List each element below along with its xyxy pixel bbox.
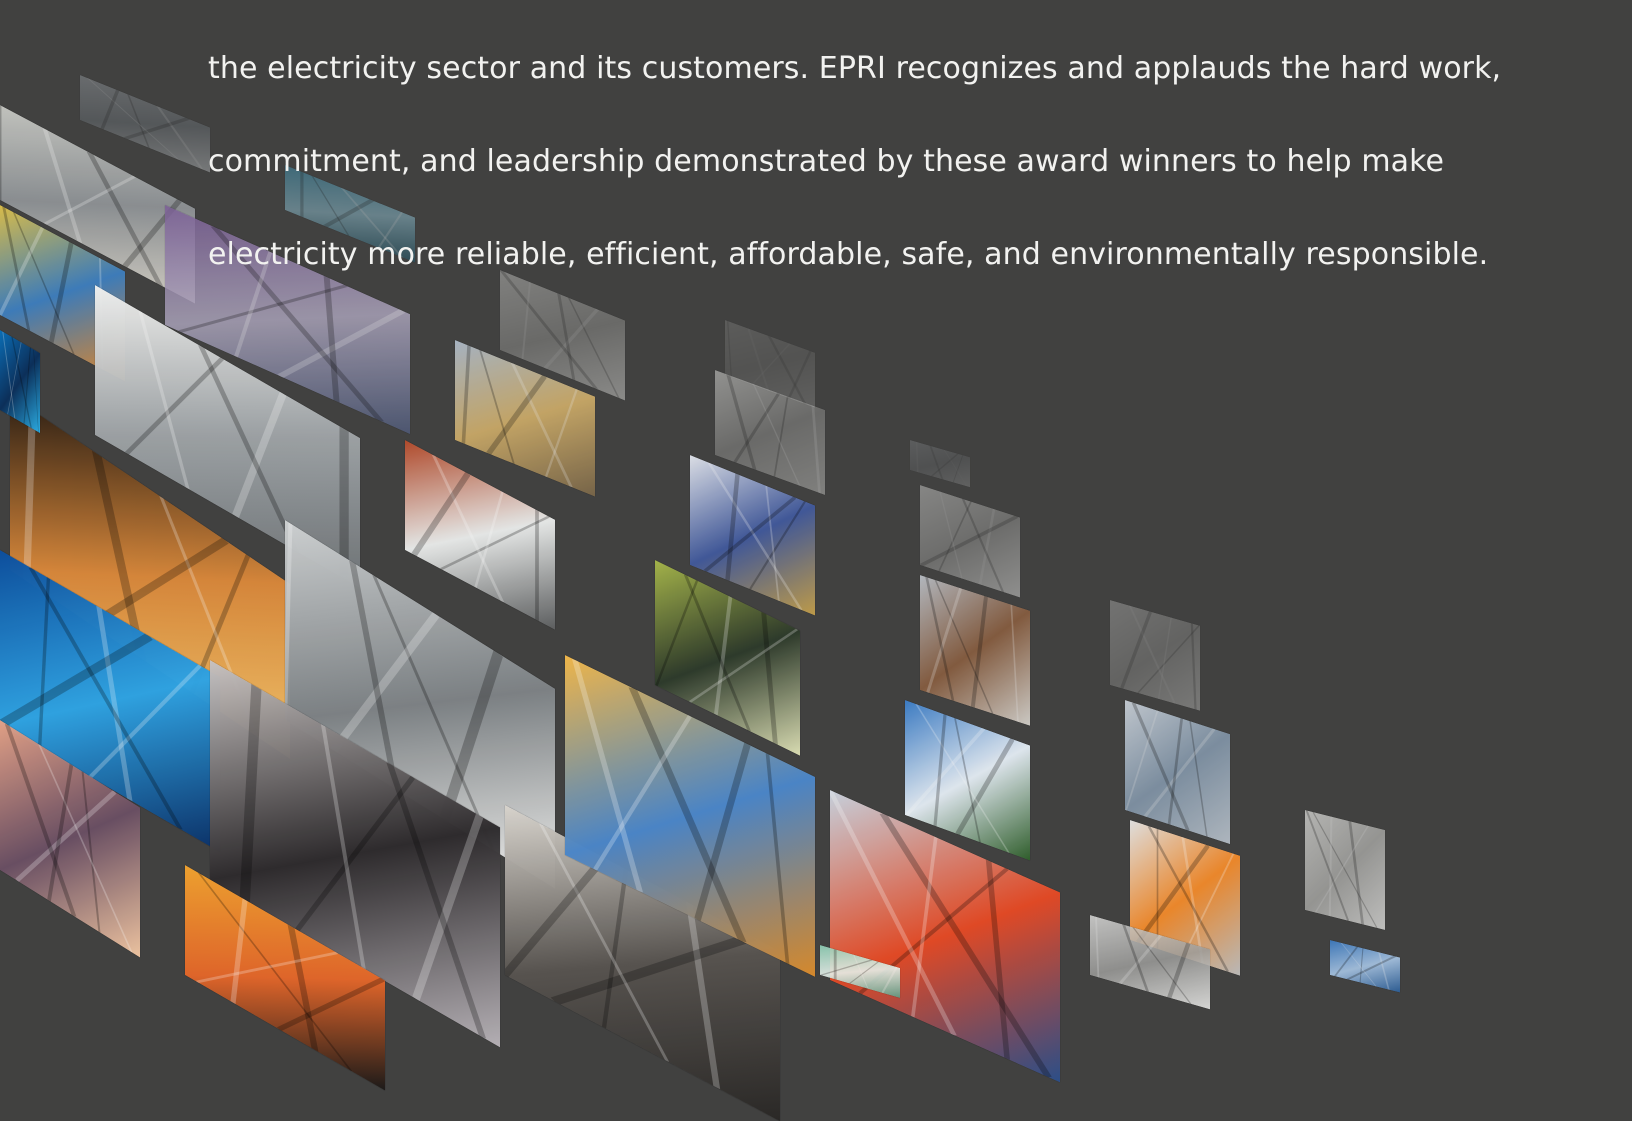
photo-tile-wind-turbine-faded xyxy=(920,575,1030,726)
worker-photo xyxy=(910,440,970,488)
photo-tile-transmission-tower-orange xyxy=(0,330,40,434)
lock-photo xyxy=(1110,600,1200,711)
solar-panel-photo xyxy=(1125,700,1230,845)
tower-photo xyxy=(0,330,40,434)
intro-paragraph: the electricity sector and its customers… xyxy=(208,22,1548,301)
photo-tile-steam-turbine-rotor xyxy=(1305,810,1385,930)
photo-tile-ev-charging-plug xyxy=(1330,940,1400,993)
ev-charger-photo xyxy=(1330,940,1400,993)
photo-tile-solar-panels-sunset xyxy=(1125,700,1230,845)
intro-line-3: electricity more reliable, efficient, af… xyxy=(208,237,1489,272)
wind-turbine-photo xyxy=(920,575,1030,726)
intro-line-2: commitment, and leadership demonstrated … xyxy=(208,144,1445,179)
turbine-photo xyxy=(1305,810,1385,930)
photo-tile-cybersecurity-lock xyxy=(1110,600,1200,711)
photo-tile-worker-blue-equipment xyxy=(910,440,970,488)
intro-line-1: the electricity sector and its customers… xyxy=(208,51,1502,86)
